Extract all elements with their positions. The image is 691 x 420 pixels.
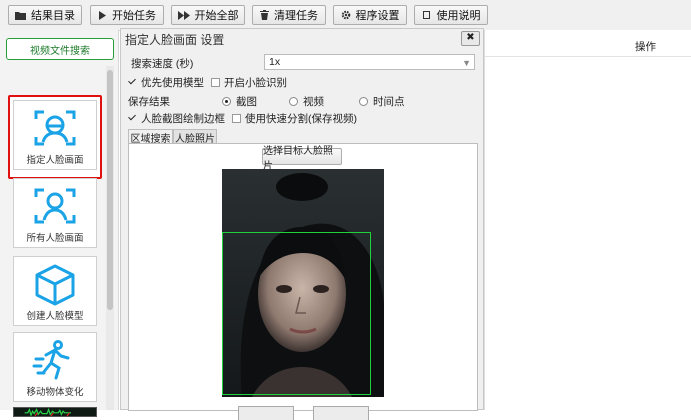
- speed-select-value: 1x: [269, 56, 281, 68]
- sidebar-item-specified-face[interactable]: 指定人脸画面: [13, 100, 97, 170]
- dialog-title: 指定人脸画面 设置: [125, 33, 225, 47]
- column-header-actions: 操作: [635, 41, 656, 53]
- help-button[interactable]: 使用说明: [414, 5, 488, 25]
- start-all-button[interactable]: 开始全部: [171, 5, 245, 25]
- video-search-button[interactable]: 视频文件搜索: [6, 38, 114, 60]
- target-face-photo: [222, 169, 384, 397]
- folder-icon: [15, 11, 26, 20]
- toolbar: 结果目录 开始任务 开始全部 清理任务 程序设置 使用说明: [0, 0, 691, 31]
- sidebar: 视频文件搜索 指定人脸画面 所有人脸画面 创建人脸模型 移动物体变化: [0, 30, 119, 417]
- clear-tasks-button[interactable]: 清理任务: [252, 5, 326, 25]
- chevron-down-icon: ▼: [462, 58, 471, 68]
- face-detection-box: [222, 232, 371, 395]
- trash-icon: [260, 10, 269, 20]
- prefer-model-checkbox[interactable]: [128, 78, 137, 87]
- speed-label: 搜索速度 (秒): [131, 58, 194, 70]
- save-result-label: 保存结果: [128, 96, 170, 108]
- program-settings-button[interactable]: 程序设置: [333, 5, 407, 25]
- opt-draw-border[interactable]: 人脸截图绘制边框 使用快速分割(保存视频): [128, 111, 357, 126]
- start-task-button[interactable]: 开始任务: [90, 5, 164, 25]
- speed-select[interactable]: 1x ▼: [264, 54, 475, 70]
- radio-video[interactable]: 视频: [289, 94, 324, 109]
- face-settings-dialog: 指定人脸画面 设置 ✖ 搜索速度 (秒) 1x ▼ 优先使用模型 开启小脸识别 …: [120, 28, 484, 420]
- book-icon: [422, 11, 430, 19]
- fast-split-checkbox[interactable]: [232, 114, 241, 123]
- tab-region-search[interactable]: 区域搜索: [128, 129, 173, 145]
- fast-split-label: 使用快速分割(保存视频): [245, 113, 357, 125]
- sidebar-item-moving-object[interactable]: 移动物体变化: [13, 332, 97, 402]
- results-folder-button[interactable]: 结果目录: [8, 5, 82, 25]
- task-list-header: 操作: [485, 36, 691, 57]
- play-icon: [99, 10, 106, 20]
- tab-face-photo[interactable]: 人脸照片: [173, 129, 217, 145]
- gear-icon: [341, 10, 350, 20]
- sidebar-scroll-thumb[interactable]: [107, 70, 113, 310]
- person-scan-icon: [34, 188, 76, 224]
- sidebar-item-audio[interactable]: [13, 407, 97, 417]
- radio-timepoint-dot[interactable]: [359, 97, 368, 106]
- radio-screenshot[interactable]: 截图: [222, 94, 257, 109]
- cube-icon: [35, 264, 75, 306]
- small-face-checkbox[interactable]: [211, 78, 220, 87]
- radio-timepoint[interactable]: 时间点: [359, 94, 405, 109]
- running-person-icon: [32, 340, 70, 380]
- small-face-label: 开启小脸识别: [224, 77, 287, 89]
- opt-prefer-model[interactable]: 优先使用模型 开启小脸识别: [128, 75, 287, 90]
- cancel-button[interactable]: [313, 406, 369, 420]
- fast-forward-icon: [177, 10, 190, 20]
- task-list-pane: 操作: [484, 30, 691, 410]
- dialog-titlebar[interactable]: 指定人脸画面 设置 ✖: [121, 29, 483, 47]
- draw-border-checkbox[interactable]: [128, 114, 137, 123]
- sidebar-item-create-face-model[interactable]: 创建人脸模型: [13, 256, 97, 326]
- sidebar-item-all-faces[interactable]: 所有人脸画面: [13, 178, 97, 248]
- waveform-icon: [24, 408, 71, 416]
- radio-video-dot[interactable]: [289, 97, 298, 106]
- ok-button[interactable]: [238, 406, 294, 420]
- select-face-photo-button[interactable]: 选择目标人脸照片: [262, 146, 342, 172]
- face-scan-icon: [34, 110, 76, 146]
- radio-screenshot-dot[interactable]: [222, 97, 231, 106]
- close-icon[interactable]: ✖: [461, 31, 480, 46]
